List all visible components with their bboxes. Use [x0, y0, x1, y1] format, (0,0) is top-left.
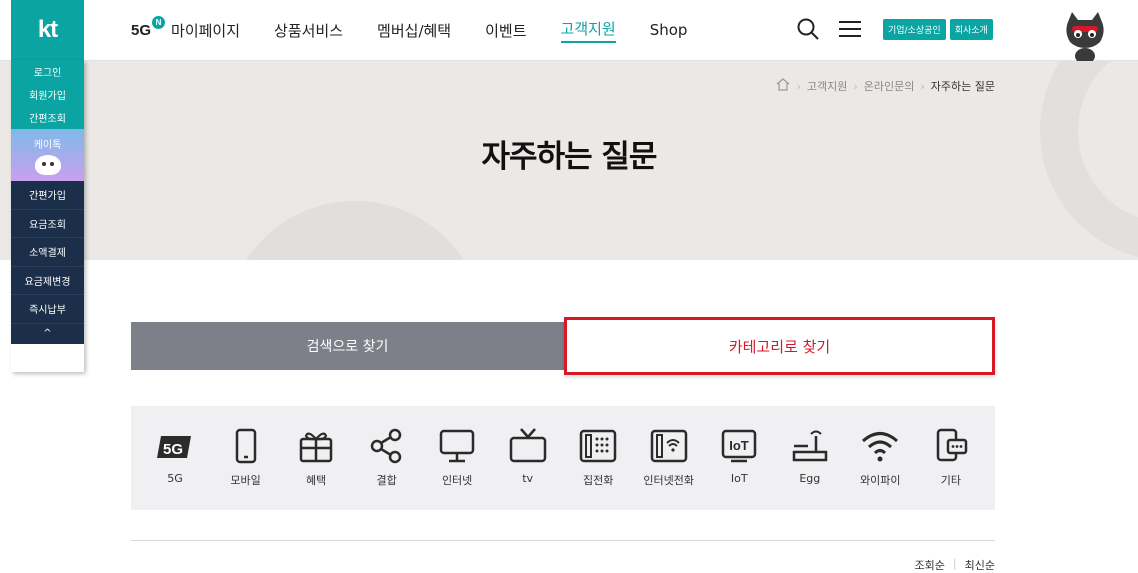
category-label: 혜택 — [305, 474, 327, 487]
company-pill[interactable]: 회사소개 — [949, 18, 993, 40]
sort-separator: | — [952, 557, 957, 570]
sort-by-views[interactable]: 조회순 — [915, 557, 945, 573]
page-banner: › 고객지원 › 온라인문의 › 자주하는 질문 자주하는 질문 — [0, 61, 1138, 260]
header-tools: 기업/소상공인 회사소개 — [795, 14, 993, 44]
5g-icon: 5G — [157, 436, 191, 458]
nav-shop[interactable]: Shop — [650, 21, 688, 39]
quick-menu: 로그인 회원가입 간편조회 케이톡 간편가입 요금조회 소액결제 요금제변경 즉… — [11, 60, 84, 372]
category-label: 기타 — [940, 474, 961, 487]
nav-products[interactable]: 상품서비스 — [274, 20, 343, 41]
breadcrumb-support[interactable]: 고객지원 — [807, 78, 847, 94]
breadcrumb-online-inquiry[interactable]: 온라인문의 — [864, 78, 915, 94]
quick-micro-payment[interactable]: 소액결제 — [11, 238, 84, 267]
category-label: 결합 — [376, 474, 397, 487]
voip-phone-icon — [650, 429, 687, 463]
category-label: 5G — [167, 472, 183, 485]
tab-category[interactable]: 카테고리로 찾기 — [564, 317, 995, 375]
tab-search[interactable]: 검색으로 찾기 — [131, 322, 564, 370]
quick-ktalk[interactable]: 케이톡 — [11, 129, 84, 181]
category-label: 모바일 — [230, 474, 261, 487]
tv-icon — [509, 428, 546, 463]
ktalk-label: 케이톡 — [33, 139, 62, 151]
category-wifi[interactable]: 와이파이 — [851, 406, 909, 510]
page-title: 자주하는 질문 — [481, 139, 658, 175]
quick-signup[interactable]: 회원가입 — [11, 83, 84, 106]
breadcrumb-separator: › — [796, 79, 801, 93]
section-divider — [131, 540, 995, 541]
nav-support[interactable]: 고객지원 — [560, 18, 616, 43]
quick-login[interactable]: 로그인 — [11, 60, 84, 83]
category-voip[interactable]: 인터넷전화 — [640, 406, 698, 510]
menu-icon[interactable] — [837, 14, 863, 44]
egg-router-icon — [792, 430, 828, 462]
sort-options: 조회순 | 최신순 — [915, 557, 995, 573]
search-icon[interactable] — [795, 14, 821, 44]
category-mobile[interactable]: 모바일 — [217, 406, 275, 510]
nav-5g[interactable]: 5G N — [131, 15, 166, 39]
breadcrumb-current: 자주하는 질문 — [930, 80, 995, 93]
category-bundle[interactable]: 결합 — [358, 406, 416, 510]
quick-bill-lookup[interactable]: 요금조회 — [11, 209, 84, 238]
category-label: Egg — [799, 472, 821, 485]
quick-instant-pay[interactable]: 즉시납부 — [11, 295, 84, 324]
category-label: IoT — [730, 472, 748, 485]
mobile-icon — [235, 428, 256, 464]
breadcrumb: › 고객지원 › 온라인문의 › 자주하는 질문 — [776, 78, 995, 94]
sort-by-latest[interactable]: 최신순 — [965, 557, 995, 573]
nav-mypage[interactable]: 마이페이지 — [171, 20, 240, 41]
quick-easy-join[interactable]: 간편가입 — [11, 181, 84, 210]
category-egg[interactable]: Egg — [781, 406, 839, 510]
main-nav: 5G N 마이페이지 상품서비스 멤버십/혜택 이벤트 고객지원 Shop — [131, 0, 721, 60]
category-iot[interactable]: IoT IoT — [710, 406, 768, 510]
nav-event[interactable]: 이벤트 — [485, 20, 526, 41]
category-tv[interactable]: tv — [499, 406, 557, 510]
category-label: 집전화 — [583, 474, 614, 487]
category-label: 인터넷전화 — [643, 474, 695, 487]
category-internet[interactable]: 인터넷 — [428, 406, 486, 510]
category-label: tv — [522, 472, 534, 485]
quick-simple-lookup[interactable]: 간편조회 — [11, 106, 84, 129]
category-label: 와이파이 — [860, 474, 901, 487]
breadcrumb-separator: › — [920, 79, 925, 93]
banner-decoration — [225, 201, 485, 260]
gift-icon — [299, 432, 333, 463]
new-badge: N — [152, 15, 166, 29]
svg-text:5G: 5G — [163, 441, 183, 458]
share-icon — [370, 428, 401, 464]
iot-icon: IoT — [722, 429, 757, 463]
top-header: kt 5G N 마이페이지 상품서비스 멤버십/혜택 이벤트 고객지원 Shop … — [0, 0, 1138, 70]
home-icon[interactable] — [776, 78, 790, 94]
category-list: 5G 5G 모바일 혜택 결합 인터넷 tv 집전화 인터넷전화 IoT IoT… — [131, 406, 995, 510]
business-pill[interactable]: 기업/소상공인 — [883, 18, 946, 40]
scroll-up-icon[interactable]: ^ — [11, 323, 84, 344]
quick-plan-change[interactable]: 요금제변경 — [11, 266, 84, 295]
category-home-phone[interactable]: 집전화 — [569, 406, 627, 510]
nav-membership[interactable]: 멤버십/혜택 — [377, 20, 451, 41]
svg-text:IoT: IoT — [730, 438, 750, 453]
home-phone-icon — [579, 429, 617, 463]
category-5g[interactable]: 5G 5G — [146, 406, 204, 510]
kt-logo[interactable]: kt — [11, 0, 84, 60]
monitor-icon — [439, 429, 475, 463]
category-benefit[interactable]: 혜택 — [287, 406, 345, 510]
category-label: 인터넷 — [441, 474, 473, 487]
breadcrumb-separator: › — [853, 79, 858, 93]
chatbot-icon — [34, 154, 61, 175]
category-etc[interactable]: 기타 — [922, 406, 980, 510]
wifi-icon — [862, 432, 899, 462]
etc-icon — [936, 428, 968, 462]
